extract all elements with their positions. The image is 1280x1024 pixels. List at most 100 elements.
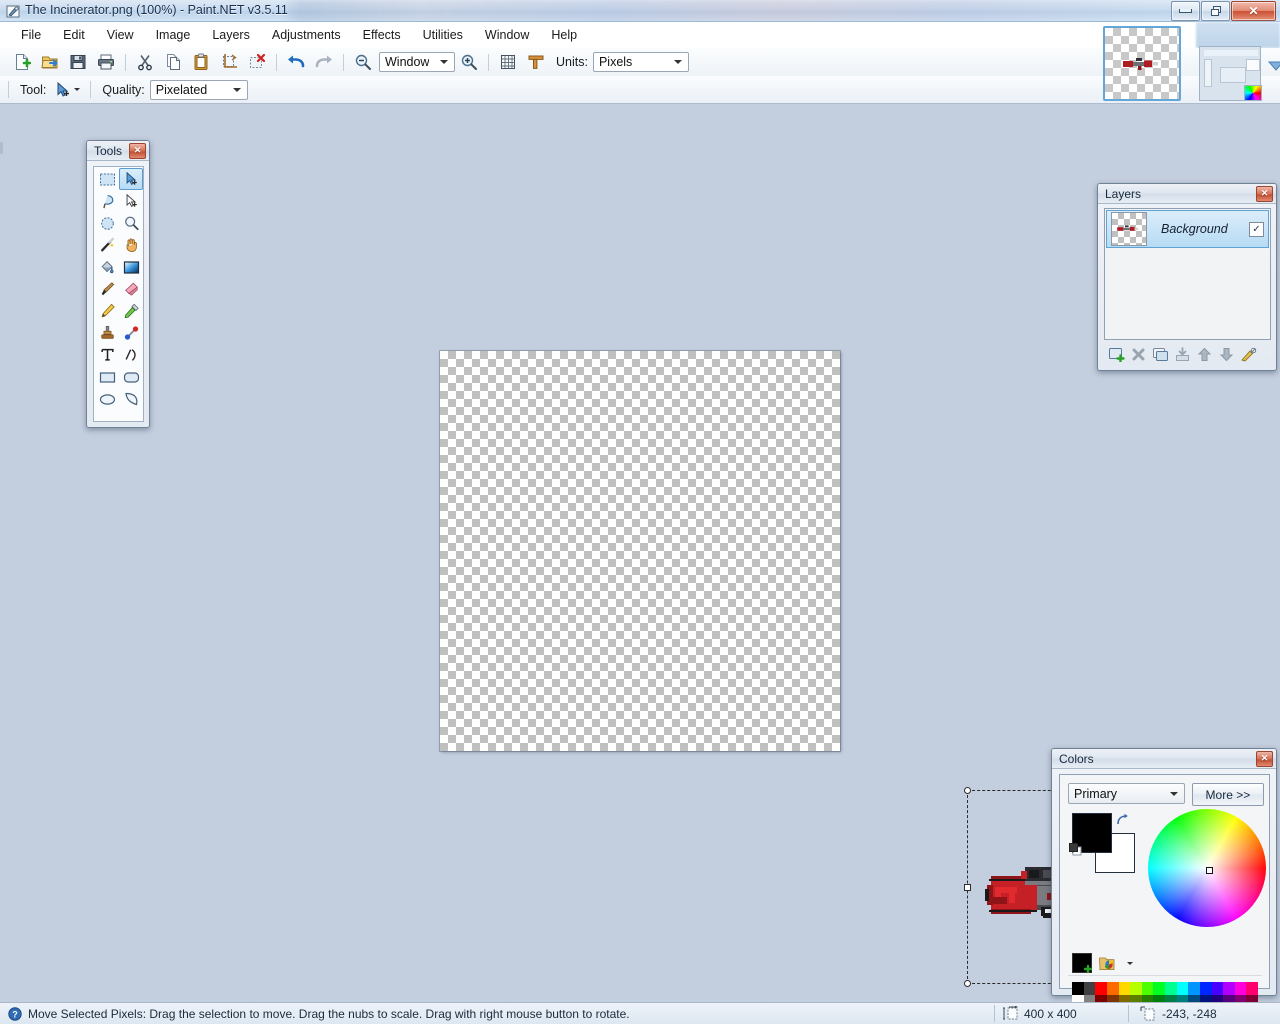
clone-stamp-tool[interactable] xyxy=(95,322,119,344)
image-canvas[interactable] xyxy=(440,351,1170,987)
layers-window-close-button[interactable]: ✕ xyxy=(1256,185,1273,202)
menu-item-effects[interactable]: Effects xyxy=(352,24,412,46)
image-thumbnail-strip xyxy=(1100,24,1280,104)
palette-menu-button[interactable] xyxy=(1098,955,1136,972)
menu-item-utilities[interactable]: Utilities xyxy=(412,24,474,46)
magic-wand-tool[interactable] xyxy=(95,234,119,256)
menu-item-edit[interactable]: Edit xyxy=(52,24,96,46)
zoom-level-combobox[interactable]: Window xyxy=(379,52,455,72)
undo-button[interactable] xyxy=(282,49,310,75)
crop-to-selection-button[interactable] xyxy=(215,49,243,75)
color-picker-tool[interactable] xyxy=(119,300,143,322)
paint-bucket-tool[interactable] xyxy=(95,256,119,278)
cut-button[interactable] xyxy=(131,49,159,75)
color-wheel-cursor[interactable] xyxy=(1206,867,1213,874)
menu-item-layers[interactable]: Layers xyxy=(201,24,261,46)
paintbrush-tool[interactable] xyxy=(95,278,119,300)
delete-layer-x-icon xyxy=(1132,348,1144,360)
palette-swatch xyxy=(1083,982,1096,995)
menu-item-help[interactable]: Help xyxy=(540,24,588,46)
open-image-button[interactable] xyxy=(36,49,64,75)
redo-button[interactable] xyxy=(310,49,338,75)
new-image-button[interactable] xyxy=(8,49,36,75)
active-image-thumbnail[interactable] xyxy=(1103,26,1181,101)
paste-button[interactable] xyxy=(187,49,215,75)
layer-properties-button[interactable] xyxy=(1238,345,1258,363)
tools-window-close-button[interactable]: ✕ xyxy=(129,142,146,159)
chevron-down-icon xyxy=(232,87,241,92)
layer-row[interactable]: Background ✓ xyxy=(1106,210,1269,248)
current-tool-button[interactable] xyxy=(51,77,85,103)
layer-visibility-checkbox[interactable]: ✓ xyxy=(1249,221,1264,237)
lasso-select-tool[interactable] xyxy=(95,190,119,212)
colors-window[interactable]: Colors ✕ Primary More >> xyxy=(1051,748,1277,1008)
swap-colors-button[interactable] xyxy=(1115,813,1129,827)
minimize-button[interactable] xyxy=(1171,1,1200,21)
palette-swatch xyxy=(1199,982,1212,995)
add-color-swatch-button[interactable] xyxy=(1072,953,1093,974)
colors-divider xyxy=(1068,975,1262,976)
move-layer-up-button[interactable] xyxy=(1194,345,1214,363)
layers-window[interactable]: Layers ✕ Background ✓ xyxy=(1097,183,1277,371)
add-new-layer-button[interactable] xyxy=(1106,345,1126,363)
thumbstrip-chevron-button[interactable] xyxy=(1268,60,1280,72)
merge-layer-down-button[interactable] xyxy=(1172,345,1192,363)
menu-item-adjustments[interactable]: Adjustments xyxy=(261,24,352,46)
pencil-icon xyxy=(101,303,115,318)
move-selection-tool[interactable] xyxy=(119,190,143,212)
move-selected-pixels-tool[interactable] xyxy=(119,168,143,190)
tools-window[interactable]: Tools ✕ xyxy=(86,140,150,428)
pencil-tool[interactable] xyxy=(95,300,119,322)
reset-colors-button[interactable] xyxy=(1069,843,1083,857)
units-combobox[interactable]: Pixels xyxy=(592,52,689,72)
restore-button[interactable] xyxy=(1201,1,1230,21)
selection-nub-bottom-left[interactable] xyxy=(964,980,971,987)
menu-item-file[interactable]: File xyxy=(10,24,52,46)
selection-nub-top-left[interactable] xyxy=(964,787,971,794)
copy-button[interactable] xyxy=(159,49,187,75)
freeform-shape-tool[interactable] xyxy=(119,388,143,410)
line-curve-tool[interactable] xyxy=(119,344,143,366)
status-bar: ? Move Selected Pixels: Drag the selecti… xyxy=(0,1002,1280,1024)
layers-list[interactable]: Background ✓ xyxy=(1104,208,1271,340)
menu-item-window[interactable]: Window xyxy=(474,24,540,46)
gradient-tool[interactable] xyxy=(119,256,143,278)
pan-tool[interactable] xyxy=(119,234,143,256)
colors-window-close-button[interactable]: ✕ xyxy=(1256,750,1273,767)
secondary-window-thumbnail[interactable] xyxy=(1199,46,1262,101)
text-tool[interactable] xyxy=(95,344,119,366)
tool-options-separator-1 xyxy=(90,81,92,98)
zoom-tool[interactable] xyxy=(119,212,143,234)
ellipse-shape-tool[interactable] xyxy=(95,388,119,410)
rectangle-select-tool[interactable] xyxy=(95,168,119,190)
color-mode-combobox[interactable]: Primary xyxy=(1068,783,1185,804)
eraser-icon xyxy=(124,282,138,296)
duplicate-layer-button[interactable] xyxy=(1150,345,1170,363)
magic-wand-icon xyxy=(100,237,114,252)
zoom-in-button[interactable] xyxy=(455,49,483,75)
recolor-tool[interactable] xyxy=(119,322,143,344)
toggle-rulers-button[interactable] xyxy=(522,49,550,75)
rectangle-shape-tool[interactable] xyxy=(95,366,119,388)
zoom-out-button[interactable] xyxy=(349,49,377,75)
menu-item-image[interactable]: Image xyxy=(145,24,202,46)
toggle-grid-button[interactable] xyxy=(494,49,522,75)
save-image-button[interactable] xyxy=(64,49,92,75)
print-image-button[interactable] xyxy=(92,49,120,75)
eyedropper-icon xyxy=(124,303,139,319)
menu-item-view[interactable]: View xyxy=(96,24,145,46)
undo-arrow-icon xyxy=(288,55,305,68)
eraser-tool[interactable] xyxy=(119,278,143,300)
more-colors-button[interactable]: More >> xyxy=(1191,783,1264,806)
delete-layer-button[interactable] xyxy=(1128,345,1148,363)
chevron-down-icon xyxy=(73,88,80,91)
move-layer-down-button[interactable] xyxy=(1216,345,1236,363)
zoom-out-icon xyxy=(355,54,371,70)
status-help: ? Move Selected Pixels: Drag the selecti… xyxy=(8,1007,630,1021)
rounded-rectangle-tool[interactable] xyxy=(119,366,143,388)
close-button[interactable]: ✕ xyxy=(1231,1,1276,21)
selection-nub-middle-left[interactable] xyxy=(964,884,971,891)
quality-combobox[interactable]: Pixelated xyxy=(149,79,248,100)
deselect-all-button[interactable] xyxy=(243,49,271,75)
ellipse-select-tool[interactable] xyxy=(95,212,119,234)
